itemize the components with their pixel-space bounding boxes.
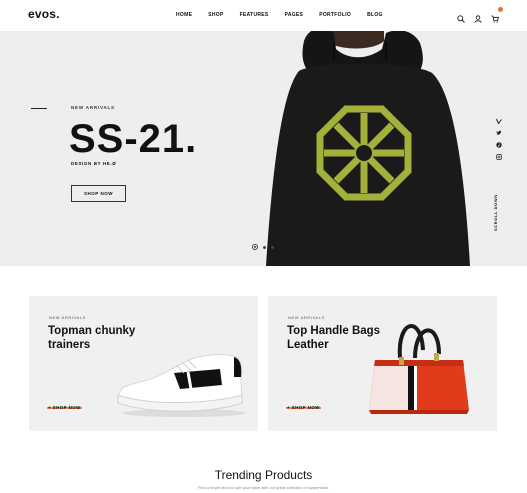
header-icons — [457, 7, 503, 23]
main-nav: HOME SHOP FEATURES PAGES PORTFOLIO BLOG — [174, 12, 383, 18]
nav-home[interactable]: HOME — [174, 12, 194, 18]
hero-kicker: NEW ARRIVALS — [71, 105, 115, 110]
promo-card-bags[interactable]: NEW ARRIVALS Top Handle Bags Leather + S… — [268, 296, 497, 431]
promo-card-trainers[interactable]: NEW ARRIVALS Topman chunky trainers + SH… — [29, 296, 258, 431]
slider-dot-3[interactable] — [271, 245, 274, 249]
nav-features[interactable]: FEATURES — [240, 12, 269, 18]
trending-subtitle: Find a bright ideal to suit your taste w… — [197, 485, 330, 490]
promo-kicker: NEW ARRIVALS — [49, 315, 86, 320]
scroll-down-label[interactable]: SCROLL DOWN — [493, 194, 498, 231]
cart-count-badge — [498, 7, 503, 12]
promo-link-label: + SHOP NOW — [48, 405, 81, 410]
promo-title: Topman chunky trainers — [48, 325, 136, 351]
hero-slider: NEW ARRIVALS SS-21. DESIGN BY HE.Ø SHOP … — [0, 31, 527, 266]
hero-hoodie-image — [266, 31, 470, 266]
hero-divider — [31, 108, 47, 109]
nav-shop[interactable]: SHOP — [208, 12, 223, 18]
nav-pages[interactable]: PAGES — [285, 12, 304, 18]
slider-dot-2[interactable] — [263, 245, 266, 249]
pinterest-icon[interactable] — [496, 142, 502, 148]
instagram-icon[interactable] — [496, 154, 502, 160]
nav-portfolio[interactable]: PORTFOLIO — [319, 12, 351, 18]
search-icon[interactable] — [457, 10, 465, 23]
promo-shop-now-link[interactable]: + SHOP NOW — [47, 405, 82, 410]
vine-icon[interactable] — [496, 118, 502, 124]
slider-dot-1[interactable] — [252, 244, 258, 250]
site-header: evos. HOME SHOP FEATURES PAGES PORTFOLIO… — [0, 0, 527, 31]
promo-kicker: NEW ARRIVALS — [288, 315, 325, 320]
promo-shop-now-link[interactable]: + SHOP NOW — [286, 405, 321, 410]
user-icon[interactable] — [474, 10, 482, 23]
logo[interactable]: evos. — [28, 7, 60, 21]
trending-title: Trending Products — [214, 468, 313, 482]
nav-blog[interactable]: BLOG — [367, 12, 383, 18]
social-links — [496, 118, 502, 160]
twitter-icon[interactable] — [496, 130, 502, 136]
hero-shop-now-button[interactable]: SHOP NOW — [71, 185, 126, 202]
hero-title: SS-21. — [69, 117, 198, 161]
sneaker-image — [117, 354, 246, 417]
promo-link-label: + SHOP NOW — [287, 405, 320, 410]
slider-pagination — [252, 244, 274, 250]
cart-icon[interactable] — [491, 7, 503, 23]
hero-subtitle: DESIGN BY HE.Ø — [71, 161, 117, 166]
handbag-image — [369, 324, 469, 414]
